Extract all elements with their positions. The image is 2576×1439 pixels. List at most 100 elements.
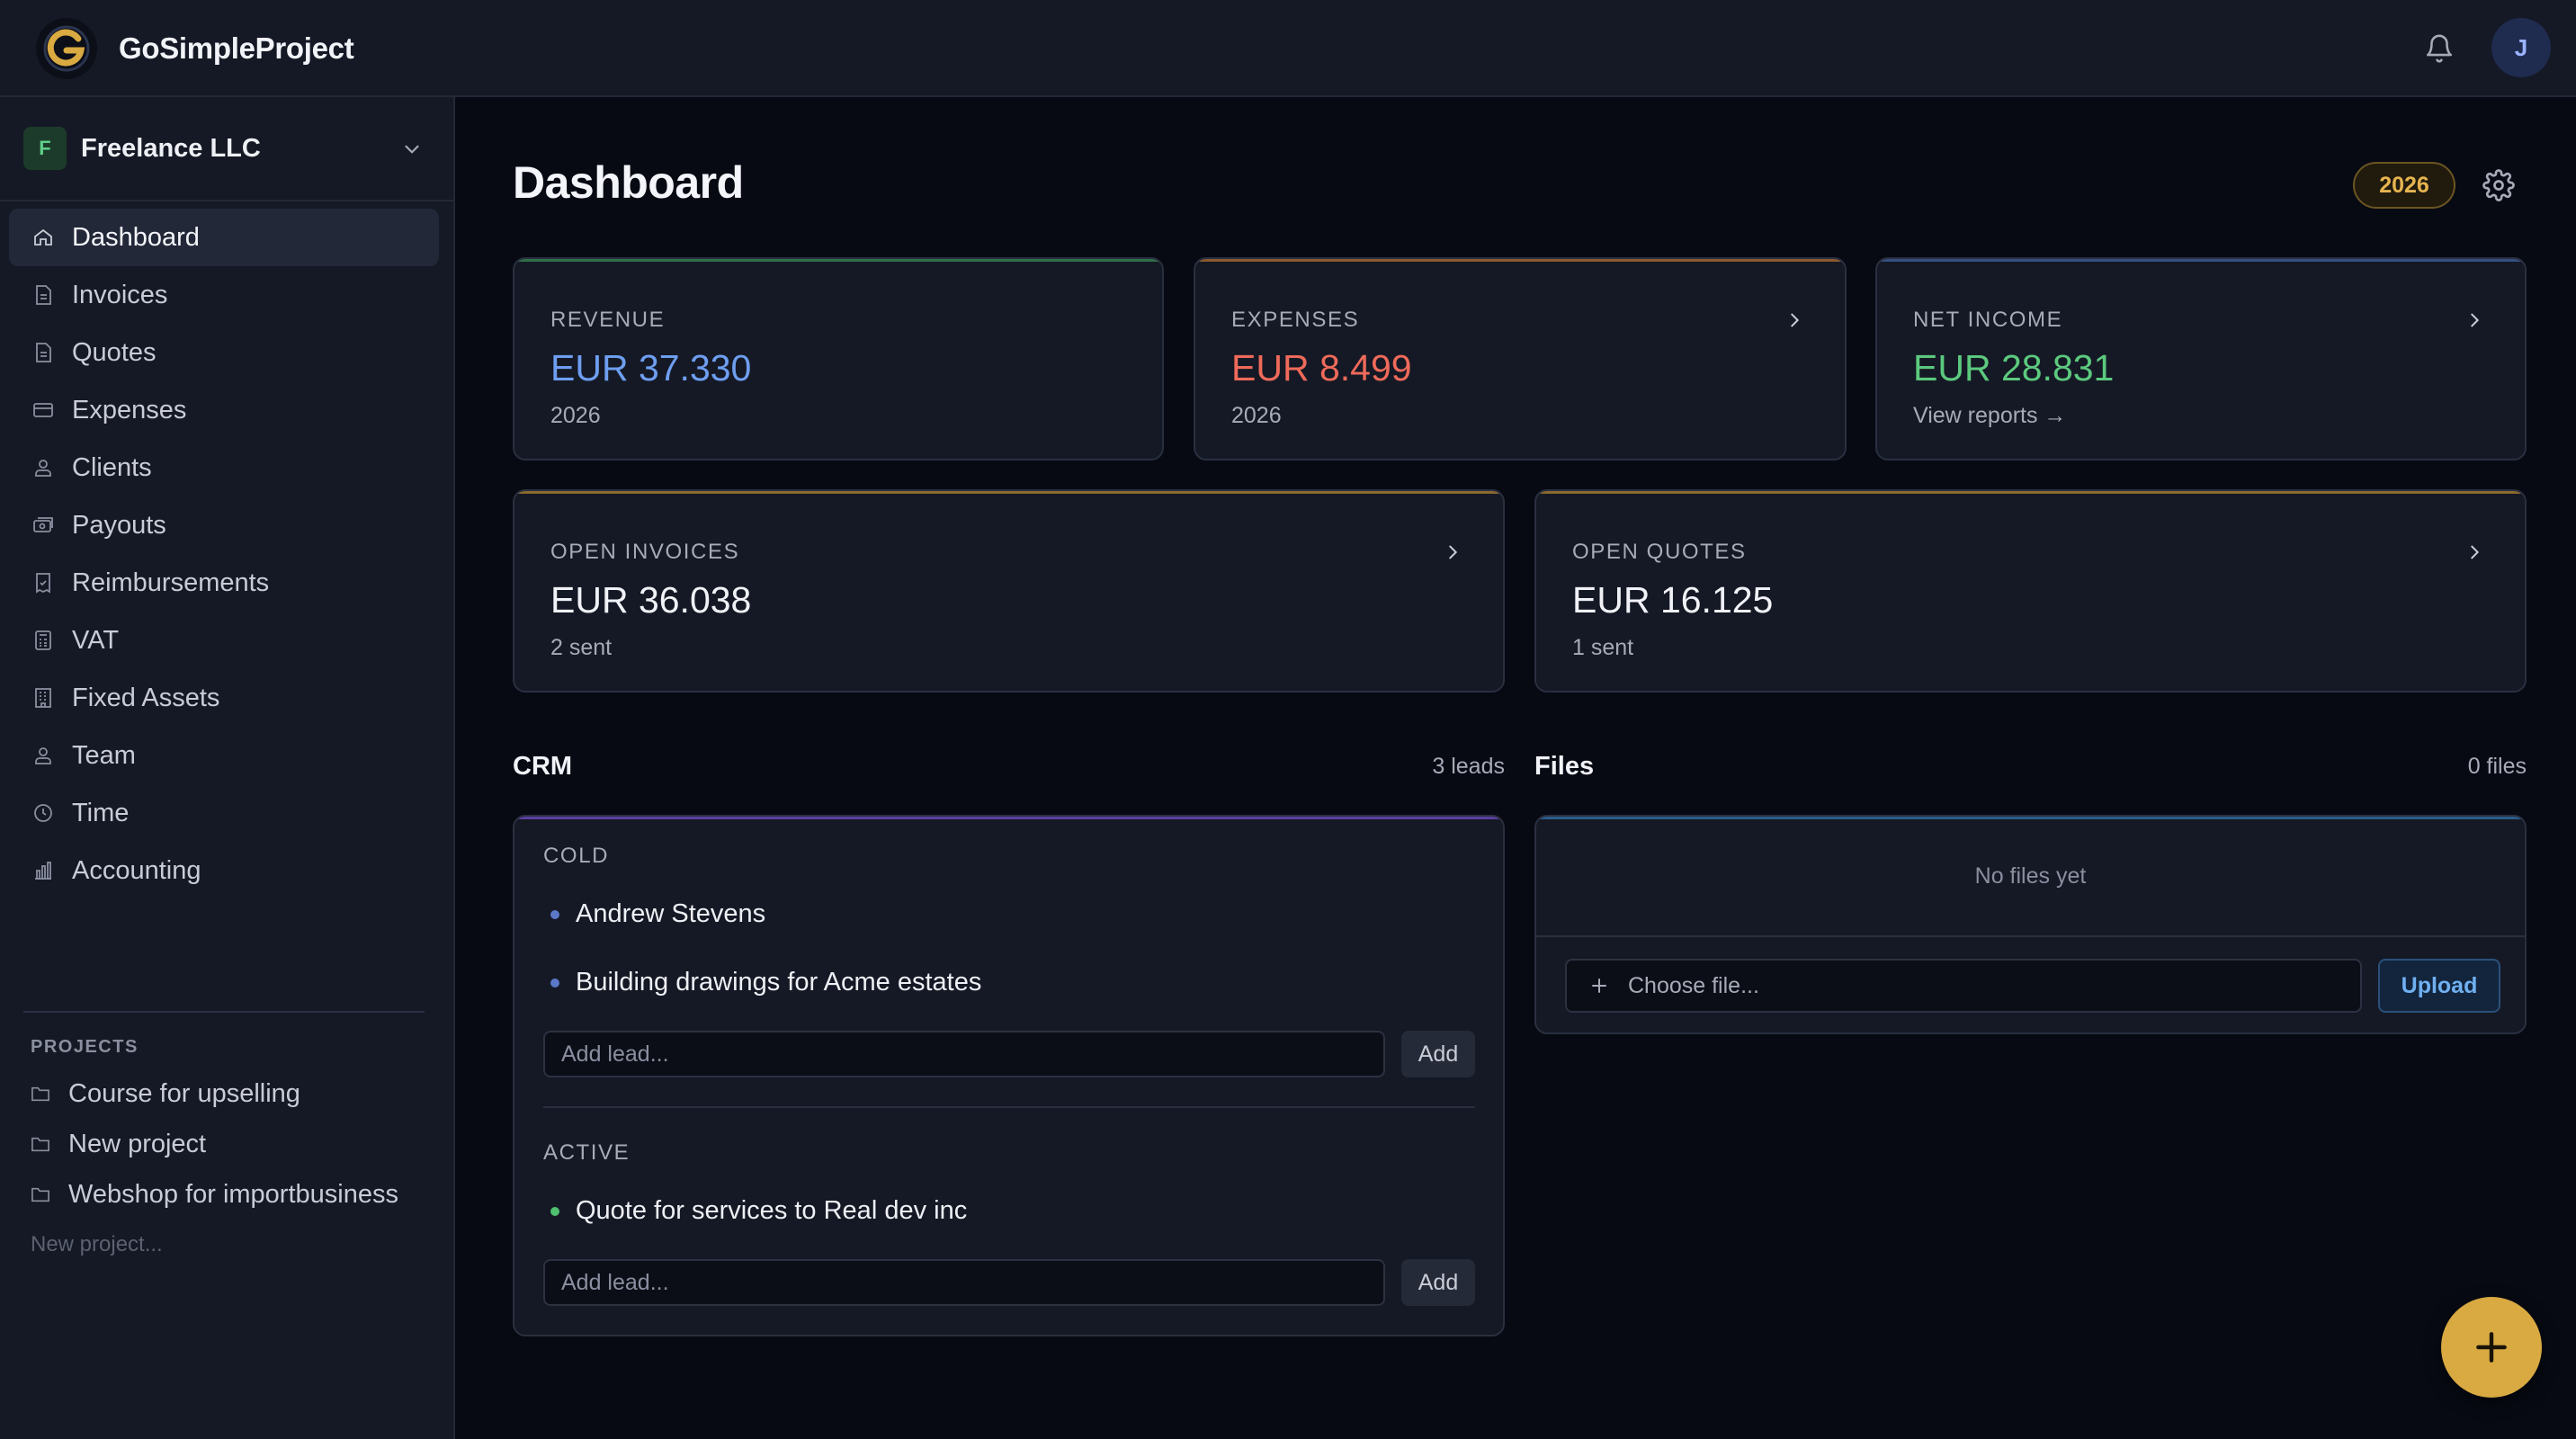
net-income-card[interactable]: NET INCOME EUR 28.831 View reports → bbox=[1875, 257, 2527, 460]
card-value: EUR 8.499 bbox=[1231, 347, 1412, 389]
sidebar: F Freelance LLC Dashboard Invoices Quote… bbox=[0, 97, 455, 1439]
new-project-input[interactable]: New project... bbox=[31, 1232, 163, 1257]
page-title: Dashboard bbox=[513, 157, 744, 208]
sidebar-nav: Dashboard Invoices Quotes Expenses Clien… bbox=[9, 209, 439, 899]
organization-switcher[interactable]: F Freelance LLC bbox=[0, 97, 453, 201]
sidebar-item-time[interactable]: Time bbox=[9, 784, 439, 842]
chevron-down-icon bbox=[396, 133, 428, 165]
revenue-card: REVENUE EUR 37.330 2026 bbox=[513, 257, 1164, 460]
sidebar-item-quotes[interactable]: Quotes bbox=[9, 324, 439, 381]
user-avatar[interactable]: J bbox=[2491, 18, 2551, 77]
card-label: OPEN QUOTES bbox=[1572, 540, 1747, 564]
brand[interactable]: GoSimpleProject bbox=[36, 18, 354, 79]
add-fab-button[interactable] bbox=[2441, 1297, 2542, 1398]
notifications-bell-icon[interactable] bbox=[2419, 29, 2459, 68]
card-label: REVENUE bbox=[550, 308, 666, 332]
project-label: New project bbox=[68, 1129, 207, 1158]
folder-icon bbox=[31, 1082, 54, 1105]
files-title: Files bbox=[1534, 752, 1595, 781]
add-lead-button[interactable]: Add bbox=[1401, 1031, 1475, 1077]
sidebar-item-reimbursements[interactable]: Reimbursements bbox=[9, 554, 439, 612]
sidebar-item-accounting[interactable]: Accounting bbox=[9, 842, 439, 899]
sidebar-item-fixed-assets[interactable]: Fixed Assets bbox=[9, 669, 439, 727]
expenses-card[interactable]: EXPENSES EUR 8.499 2026 bbox=[1194, 257, 1847, 460]
open-quotes-card[interactable]: OPEN QUOTES EUR 16.125 1 sent bbox=[1534, 489, 2527, 693]
project-item[interactable]: New project bbox=[31, 1119, 435, 1169]
sidebar-item-label: Expenses bbox=[72, 395, 187, 425]
folder-icon bbox=[31, 1183, 54, 1206]
sidebar-item-vat[interactable]: VAT bbox=[9, 612, 439, 669]
projects-heading: PROJECTS bbox=[31, 1037, 139, 1057]
files-card: No files yet Choose file... Upload bbox=[1534, 815, 2527, 1034]
year-selector[interactable]: 2026 bbox=[2353, 162, 2455, 209]
chevron-right-icon bbox=[1782, 308, 1807, 333]
sidebar-item-label: Time bbox=[72, 798, 130, 827]
plus-icon bbox=[2476, 1332, 2507, 1363]
top-bar: GoSimpleProject J bbox=[0, 0, 2576, 97]
plus-icon bbox=[1588, 974, 1612, 997]
document-icon bbox=[31, 282, 56, 308]
card-sub: 2026 bbox=[550, 403, 601, 428]
users-icon bbox=[31, 743, 56, 768]
chevron-right-icon bbox=[2462, 308, 2487, 333]
view-reports-link[interactable]: View reports → bbox=[1913, 403, 2066, 429]
project-label: Course for upselling bbox=[68, 1078, 300, 1108]
crm-divider bbox=[543, 1106, 1475, 1108]
sidebar-item-clients[interactable]: Clients bbox=[9, 439, 439, 496]
files-divider bbox=[1536, 935, 2525, 937]
lead-item[interactable]: Quote for services to Real dev inc bbox=[550, 1196, 967, 1226]
cash-icon bbox=[31, 513, 56, 538]
choose-file-label: Choose file... bbox=[1628, 972, 1759, 998]
sidebar-item-invoices[interactable]: Invoices bbox=[9, 266, 439, 324]
project-item[interactable]: Course for upselling bbox=[31, 1068, 435, 1119]
sidebar-item-label: Reimbursements bbox=[72, 568, 270, 597]
org-name: Freelance LLC bbox=[81, 133, 261, 163]
chevron-right-icon bbox=[1440, 540, 1465, 565]
crm-lead-count: 3 leads bbox=[1432, 754, 1505, 779]
crm-group-cold: COLD bbox=[543, 844, 610, 868]
users-icon bbox=[31, 455, 56, 480]
lead-status-dot bbox=[550, 978, 559, 988]
card-label: OPEN INVOICES bbox=[550, 540, 740, 564]
crm-group-active: ACTIVE bbox=[543, 1140, 631, 1165]
gear-icon[interactable] bbox=[2479, 165, 2518, 205]
projects-list: Course for upselling New project Webshop… bbox=[31, 1068, 435, 1220]
card-label: NET INCOME bbox=[1913, 308, 2063, 332]
crm-title: CRM bbox=[513, 752, 573, 781]
sidebar-item-label: Accounting bbox=[72, 855, 201, 885]
sidebar-item-payouts[interactable]: Payouts bbox=[9, 496, 439, 554]
add-lead-input[interactable] bbox=[543, 1031, 1385, 1077]
sidebar-item-expenses[interactable]: Expenses bbox=[9, 381, 439, 439]
building-icon bbox=[31, 685, 56, 711]
add-lead-button[interactable]: Add bbox=[1401, 1259, 1475, 1306]
card-icon bbox=[31, 398, 56, 423]
sidebar-item-dashboard[interactable]: Dashboard bbox=[9, 209, 439, 266]
sidebar-item-label: Payouts bbox=[72, 510, 166, 540]
lead-item[interactable]: Andrew Stevens bbox=[550, 899, 765, 929]
card-sub: 2 sent bbox=[550, 635, 613, 660]
sidebar-divider bbox=[23, 1011, 425, 1013]
project-item[interactable]: Webshop for importbusiness bbox=[31, 1169, 435, 1220]
app-name: GoSimpleProject bbox=[119, 31, 354, 65]
clock-icon bbox=[31, 800, 56, 826]
sidebar-item-team[interactable]: Team bbox=[9, 727, 439, 784]
lead-status-dot bbox=[550, 1206, 559, 1216]
sidebar-item-label: VAT bbox=[72, 625, 120, 655]
open-invoices-card[interactable]: OPEN INVOICES EUR 36.038 2 sent bbox=[513, 489, 1505, 693]
org-badge: F bbox=[23, 127, 67, 170]
bar-chart-icon bbox=[31, 858, 56, 883]
lead-name: Quote for services to Real dev inc bbox=[576, 1196, 968, 1225]
calculator-icon bbox=[31, 628, 56, 653]
card-label: EXPENSES bbox=[1231, 308, 1360, 332]
sidebar-item-label: Dashboard bbox=[72, 222, 200, 252]
upload-button[interactable]: Upload bbox=[2378, 959, 2500, 1013]
home-icon bbox=[31, 225, 56, 250]
sidebar-item-label: Invoices bbox=[72, 280, 168, 309]
choose-file-input[interactable]: Choose file... bbox=[1565, 959, 2362, 1013]
crm-card: COLD Andrew Stevens Building drawings fo… bbox=[513, 815, 1505, 1336]
add-lead-input[interactable] bbox=[543, 1259, 1385, 1306]
card-sub: 1 sent bbox=[1572, 635, 1634, 660]
chevron-right-icon bbox=[2462, 540, 2487, 565]
document-icon bbox=[31, 340, 56, 365]
lead-item[interactable]: Building drawings for Acme estates bbox=[550, 968, 981, 997]
